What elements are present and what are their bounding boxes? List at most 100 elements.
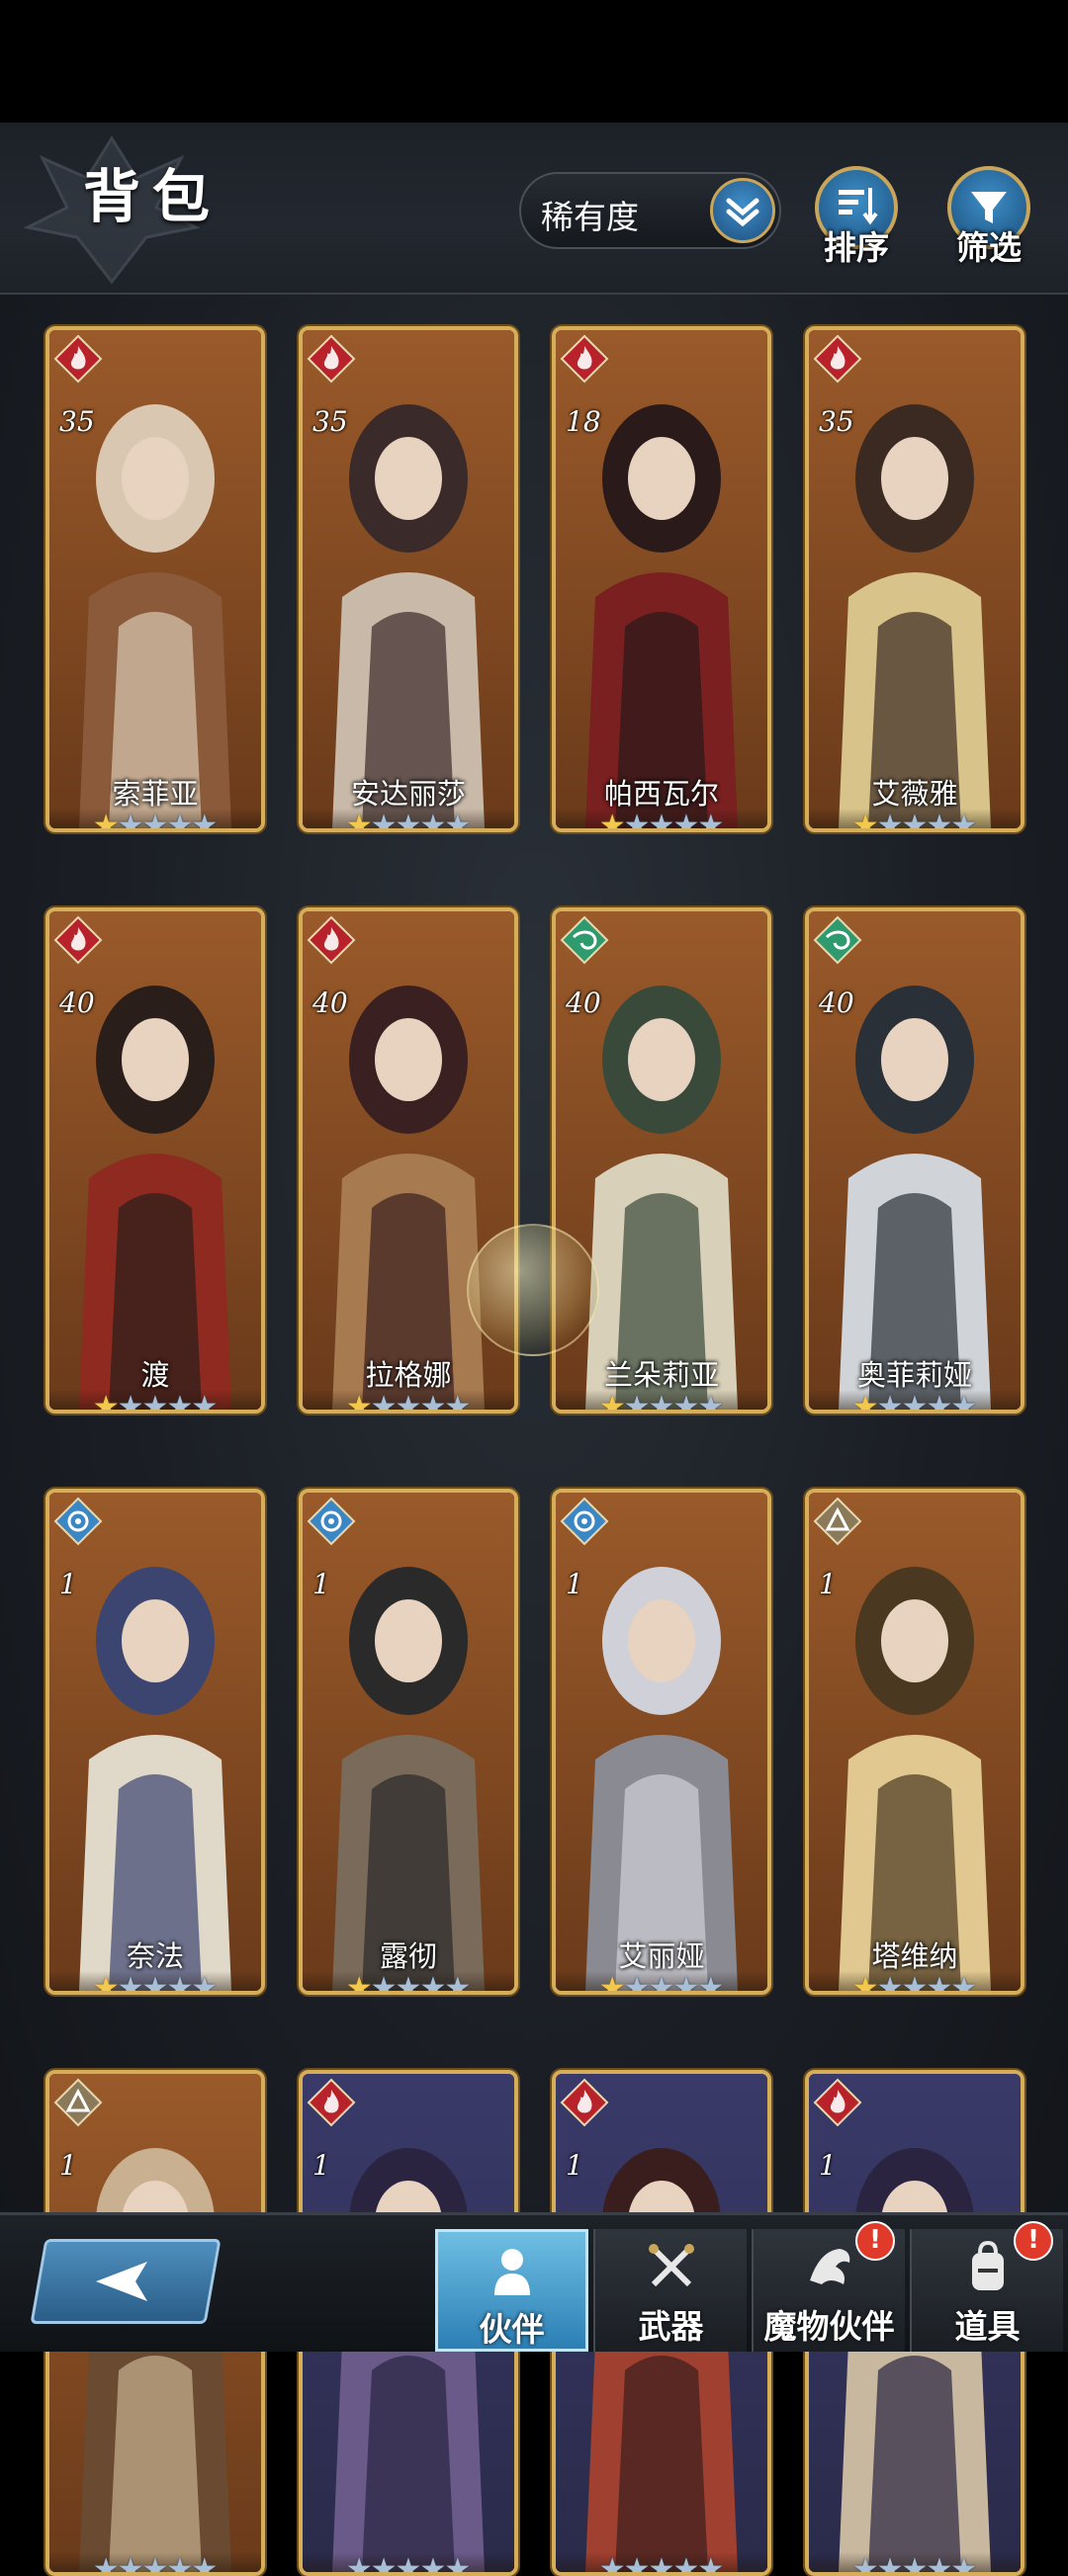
crossed-swords-icon xyxy=(642,2237,701,2296)
star-empty-icon: ★ xyxy=(623,1390,651,1414)
character-name: 兰朵莉亚 xyxy=(603,1358,719,1392)
star-empty-icon: ★ xyxy=(117,2552,144,2576)
sort-button-label: 排序 xyxy=(824,228,889,267)
star-empty-icon: ★ xyxy=(141,1390,169,1414)
chevron-down-icon xyxy=(710,178,775,243)
character-name: 露彻 xyxy=(379,1939,437,1973)
star-empty-icon: ★ xyxy=(166,809,194,832)
floating-orb[interactable] xyxy=(467,1224,599,1356)
tab-label: 魔物伙伴 xyxy=(763,2307,895,2346)
sort-button[interactable]: 排序 xyxy=(811,166,902,267)
header-bar: 背包 稀有度 排序 筛选 xyxy=(0,123,1068,295)
star-filled-icon: ★ xyxy=(851,1390,879,1414)
star-rating: ★★★★★ xyxy=(303,1971,514,1995)
star-rating: ★★★★★ xyxy=(49,1971,261,1995)
star-empty-icon: ★ xyxy=(444,1390,472,1414)
star-filled-icon: ★ xyxy=(345,809,373,832)
character-card[interactable]: 18 帕西瓦尔 ★★★★★ xyxy=(552,326,771,832)
star-empty-icon: ★ xyxy=(444,1971,472,1995)
tab-3[interactable]: 道具! xyxy=(910,2221,1063,2352)
sort-dropdown-label: 稀有度 xyxy=(541,198,639,236)
status-bar xyxy=(0,0,1068,123)
character-name: 拉格娜 xyxy=(365,1358,452,1392)
character-card[interactable]: 40 奥菲莉娅 ★★★★★ xyxy=(805,907,1024,1414)
star-empty-icon: ★ xyxy=(901,1390,929,1414)
star-empty-icon: ★ xyxy=(876,809,904,832)
star-rating: ★★★★★ xyxy=(49,809,261,832)
character-card[interactable]: 1 奈法 ★★★★★ xyxy=(45,1489,265,1995)
character-card[interactable]: 1 露彻 ★★★★★ xyxy=(299,1489,518,1995)
star-filled-icon: ★ xyxy=(345,1390,373,1414)
star-rating: ★★★★★ xyxy=(303,809,514,832)
back-button[interactable] xyxy=(30,2239,222,2324)
tab-2[interactable]: 魔物伙伴! xyxy=(752,2221,905,2352)
bottom-nav-bar: 伙伴 武器 魔物伙伴! 道具! xyxy=(0,2212,1068,2352)
character-level: 1 xyxy=(819,1568,837,1600)
star-empty-icon: ★ xyxy=(191,1390,219,1414)
character-level: 18 xyxy=(566,405,601,438)
character-card[interactable]: 1 艾丽娅 ★★★★★ xyxy=(552,1489,771,1995)
star-filled-icon: ★ xyxy=(92,1971,120,1995)
character-name: 索菲亚 xyxy=(112,777,199,811)
character-level: 1 xyxy=(566,2149,583,2182)
character-card[interactable]: 40 渡 ★★★★★ xyxy=(45,907,265,1414)
dragon-icon xyxy=(800,2237,859,2296)
character-card[interactable]: 35 安达丽莎 ★★★★★ xyxy=(299,326,518,832)
notification-badge: ! xyxy=(1014,2221,1053,2261)
character-portrait xyxy=(556,1493,767,1991)
character-card[interactable]: 35 艾薇雅 ★★★★★ xyxy=(805,326,1024,832)
star-empty-icon: ★ xyxy=(419,1390,447,1414)
character-level: 1 xyxy=(312,1568,330,1600)
element-fire-icon xyxy=(307,334,356,384)
star-empty-icon: ★ xyxy=(370,2552,398,2576)
character-name: 奈法 xyxy=(126,1939,184,1973)
star-empty-icon: ★ xyxy=(950,809,978,832)
backpack-icon xyxy=(958,2237,1018,2296)
character-level: 35 xyxy=(819,405,854,438)
star-empty-icon: ★ xyxy=(926,1971,953,1995)
star-empty-icon: ★ xyxy=(901,2552,929,2576)
star-empty-icon: ★ xyxy=(648,809,675,832)
sort-dropdown[interactable]: 稀有度 xyxy=(519,172,781,249)
character-card[interactable]: 40 兰朵莉亚 ★★★★★ xyxy=(552,907,771,1414)
character-level: 40 xyxy=(566,987,601,1019)
partner-icon xyxy=(483,2240,542,2299)
star-empty-icon: ★ xyxy=(166,1971,194,1995)
element-earth-icon xyxy=(813,1497,862,1546)
star-empty-icon: ★ xyxy=(697,1971,725,1995)
element-fire-icon xyxy=(307,2078,356,2127)
star-rating: ★★★★★ xyxy=(809,809,1021,832)
character-portrait xyxy=(49,1493,261,1991)
star-rating: ★★★★★ xyxy=(809,1390,1021,1414)
star-empty-icon: ★ xyxy=(950,1971,978,1995)
star-empty-icon: ★ xyxy=(444,809,472,832)
tab-1[interactable]: 武器 xyxy=(593,2229,747,2352)
character-card[interactable]: 35 索菲亚 ★★★★★ xyxy=(45,326,265,832)
filter-button[interactable]: 筛选 xyxy=(943,166,1034,267)
character-portrait xyxy=(809,1493,1021,1991)
character-card[interactable]: 1 塔维纳 ★★★★★ xyxy=(805,1489,1024,1995)
star-filled-icon: ★ xyxy=(851,809,879,832)
star-empty-icon: ★ xyxy=(370,1971,398,1995)
star-rating: ★★★★★ xyxy=(556,2552,767,2576)
tab-0[interactable]: 伙伴 xyxy=(435,2229,588,2352)
star-rating: ★★★★★ xyxy=(809,2552,1021,2576)
star-empty-icon: ★ xyxy=(950,1390,978,1414)
star-empty-icon: ★ xyxy=(191,1971,219,1995)
character-name: 安达丽莎 xyxy=(350,777,466,811)
character-level: 40 xyxy=(819,987,854,1019)
star-empty-icon: ★ xyxy=(648,1971,675,1995)
star-filled-icon: ★ xyxy=(92,1390,120,1414)
star-empty-icon: ★ xyxy=(598,2552,626,2576)
star-filled-icon: ★ xyxy=(851,1971,879,1995)
element-water-icon xyxy=(53,1497,103,1546)
star-empty-icon: ★ xyxy=(141,809,169,832)
star-empty-icon: ★ xyxy=(419,809,447,832)
star-empty-icon: ★ xyxy=(950,2552,978,2576)
star-empty-icon: ★ xyxy=(876,1390,904,1414)
star-empty-icon: ★ xyxy=(395,2552,422,2576)
star-empty-icon: ★ xyxy=(395,1971,422,1995)
star-empty-icon: ★ xyxy=(926,809,953,832)
character-name: 艾薇雅 xyxy=(871,777,958,811)
character-card[interactable]: 40 拉格娜 ★★★★★ xyxy=(299,907,518,1414)
